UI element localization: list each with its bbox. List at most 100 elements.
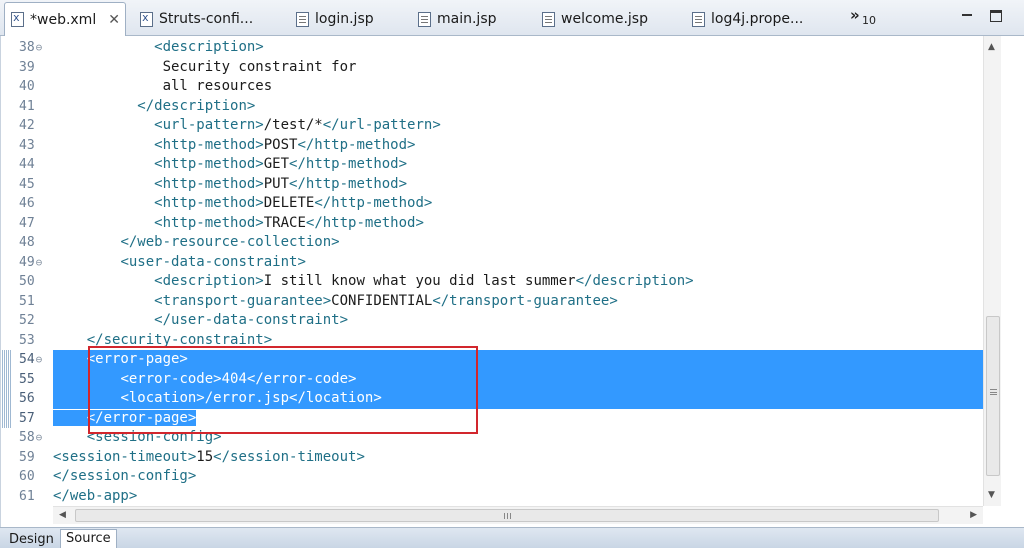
code-line[interactable]: <description>I still know what you did l… xyxy=(53,272,983,292)
code-line[interactable]: <user-data-constraint> xyxy=(53,253,983,273)
line-number: 40 xyxy=(1,77,53,97)
xml-source-editor[interactable]: 38⊖ 39 40 41 42 43 44 45 46 47 48 49⊖ 50 51 52 53 54⊖ 55 5… xyxy=(0,36,1024,527)
line-number-text: 56 xyxy=(19,391,35,406)
scroll-down-arrow-icon[interactable]: ▼ xyxy=(988,490,995,500)
line-number: 39 xyxy=(1,58,53,78)
code-line[interactable]: <description> xyxy=(53,38,983,58)
line-number: 43 xyxy=(1,136,53,156)
maximize-icon[interactable] xyxy=(990,10,1002,22)
line-number-text: 43 xyxy=(19,137,35,153)
scroll-up-arrow-icon[interactable]: ▲ xyxy=(988,42,995,52)
line-number-text: 51 xyxy=(19,293,35,309)
properties-file-icon xyxy=(692,11,705,27)
line-number: 57 xyxy=(1,408,53,428)
line-number-text: 47 xyxy=(19,215,35,231)
tab-label: Struts-confi... xyxy=(159,11,254,27)
line-number: 44 xyxy=(1,155,53,175)
code-line[interactable]: <http-method>TRACE</http-method> xyxy=(53,214,983,234)
hidden-tab-count: 10 xyxy=(862,14,876,27)
xml-file-icon xyxy=(140,11,153,27)
more-tabs-chevron-icon[interactable]: » xyxy=(850,6,860,24)
tab-label: log4j.prope... xyxy=(711,11,804,27)
xml-file-icon xyxy=(11,11,24,27)
line-number: 47 xyxy=(1,214,53,234)
scroll-right-arrow-icon[interactable]: ▶ xyxy=(970,510,977,520)
fold-toggle-icon[interactable]: ⊖ xyxy=(36,41,43,54)
code-line[interactable]: <http-method>GET</http-method> xyxy=(53,155,983,175)
vertical-scroll-thumb[interactable] xyxy=(986,316,1000,476)
fold-toggle-icon[interactable]: ⊖ xyxy=(36,256,43,269)
code-line[interactable]: <transport-guarantee>CONFIDENTIAL</trans… xyxy=(53,292,983,312)
tab-log4j-properties[interactable]: log4j.prope... xyxy=(686,4,809,34)
line-number-text: 41 xyxy=(19,98,35,114)
tab-source[interactable]: Source xyxy=(60,529,117,548)
line-number-text: 58 xyxy=(19,430,35,445)
line-number: 42 xyxy=(1,116,53,136)
code-line[interactable]: <http-method>PUT</http-method> xyxy=(53,175,983,195)
tab-main-jsp[interactable]: main.jsp xyxy=(412,4,503,34)
grip-icon xyxy=(504,513,511,519)
code-line[interactable]: <http-method>POST</http-method> xyxy=(53,136,983,156)
line-number: 59 xyxy=(1,448,53,468)
code-line[interactable]: </web-app> xyxy=(53,487,983,507)
jsp-file-icon xyxy=(542,11,555,27)
line-number-text: 55 xyxy=(19,371,35,387)
scroll-left-arrow-icon[interactable]: ◀ xyxy=(59,510,66,520)
code-line[interactable]: </web-resource-collection> xyxy=(53,233,983,253)
line-number-text: 44 xyxy=(19,157,35,172)
line-number-text: 52 xyxy=(19,313,35,328)
line-number-text: 61 xyxy=(19,488,35,504)
code-line[interactable]: </description> xyxy=(53,97,983,117)
minimize-icon[interactable] xyxy=(960,8,974,22)
fold-toggle-icon[interactable]: ⊖ xyxy=(36,431,43,444)
code-line[interactable]: <session-timeout>15</session-timeout> xyxy=(53,448,983,468)
vertical-scrollbar[interactable]: ▲ ▼ xyxy=(983,36,1001,506)
code-line[interactable]: all resources xyxy=(53,77,983,97)
tab-label: welcome.jsp xyxy=(561,11,648,27)
tab-design[interactable]: Design xyxy=(4,531,59,548)
line-number-text: 53 xyxy=(19,332,35,348)
line-number-text: 42 xyxy=(19,118,35,133)
line-number: 51 xyxy=(1,292,53,312)
line-number: 56 xyxy=(1,389,53,409)
tab-login-jsp[interactable]: login.jsp xyxy=(290,4,380,34)
code-line[interactable]: </user-data-constraint> xyxy=(53,311,983,331)
line-number-text: 49 xyxy=(19,254,35,270)
editor-tab-bar: *web.xml ✕ Struts-confi... login.jsp mai… xyxy=(0,0,1024,36)
code-area[interactable]: <description> Security constraint for al… xyxy=(53,36,983,506)
line-number-text: 54 xyxy=(19,352,35,367)
line-number: 49⊖ xyxy=(1,253,53,273)
line-number-text: 38 xyxy=(19,40,35,55)
horizontal-scrollbar[interactable]: ◀ ▶ xyxy=(53,506,983,524)
code-line[interactable]: Security constraint for xyxy=(53,58,983,78)
highlight-annotation-box xyxy=(88,346,478,434)
tab-web-xml[interactable]: *web.xml ✕ xyxy=(4,2,126,36)
tab-label: login.jsp xyxy=(315,11,374,27)
jsp-file-icon xyxy=(418,11,431,27)
line-number: 48 xyxy=(1,233,53,253)
line-number-text: 40 xyxy=(19,79,35,94)
fold-toggle-icon[interactable]: ⊖ xyxy=(36,353,43,366)
line-number: 58⊖ xyxy=(1,428,53,448)
line-number: 38⊖ xyxy=(1,38,53,58)
editor-mode-tabs: Design Source xyxy=(0,527,1024,548)
tab-label: *web.xml xyxy=(30,11,97,28)
line-number: 41 xyxy=(1,97,53,117)
grip-icon xyxy=(990,389,997,395)
line-number: 61 xyxy=(1,487,53,507)
line-number-text: 39 xyxy=(19,59,35,75)
jsp-file-icon xyxy=(296,11,309,27)
horizontal-scroll-thumb[interactable] xyxy=(75,509,939,522)
line-number: 53 xyxy=(1,331,53,351)
tab-welcome-jsp[interactable]: welcome.jsp xyxy=(536,4,654,34)
tab-struts-config[interactable]: Struts-confi... xyxy=(134,4,259,34)
close-icon[interactable]: ✕ xyxy=(108,12,120,28)
code-line[interactable]: <http-method>DELETE</http-method> xyxy=(53,194,983,214)
code-line[interactable]: <url-pattern>/test/*</url-pattern> xyxy=(53,116,983,136)
line-number-text: 45 xyxy=(19,176,35,192)
line-number-text: 57 xyxy=(19,410,35,426)
line-number-text: 48 xyxy=(19,235,35,250)
code-line[interactable]: </session-config> xyxy=(53,467,983,487)
line-number-text: 59 xyxy=(19,449,35,465)
line-number: 52 xyxy=(1,311,53,331)
